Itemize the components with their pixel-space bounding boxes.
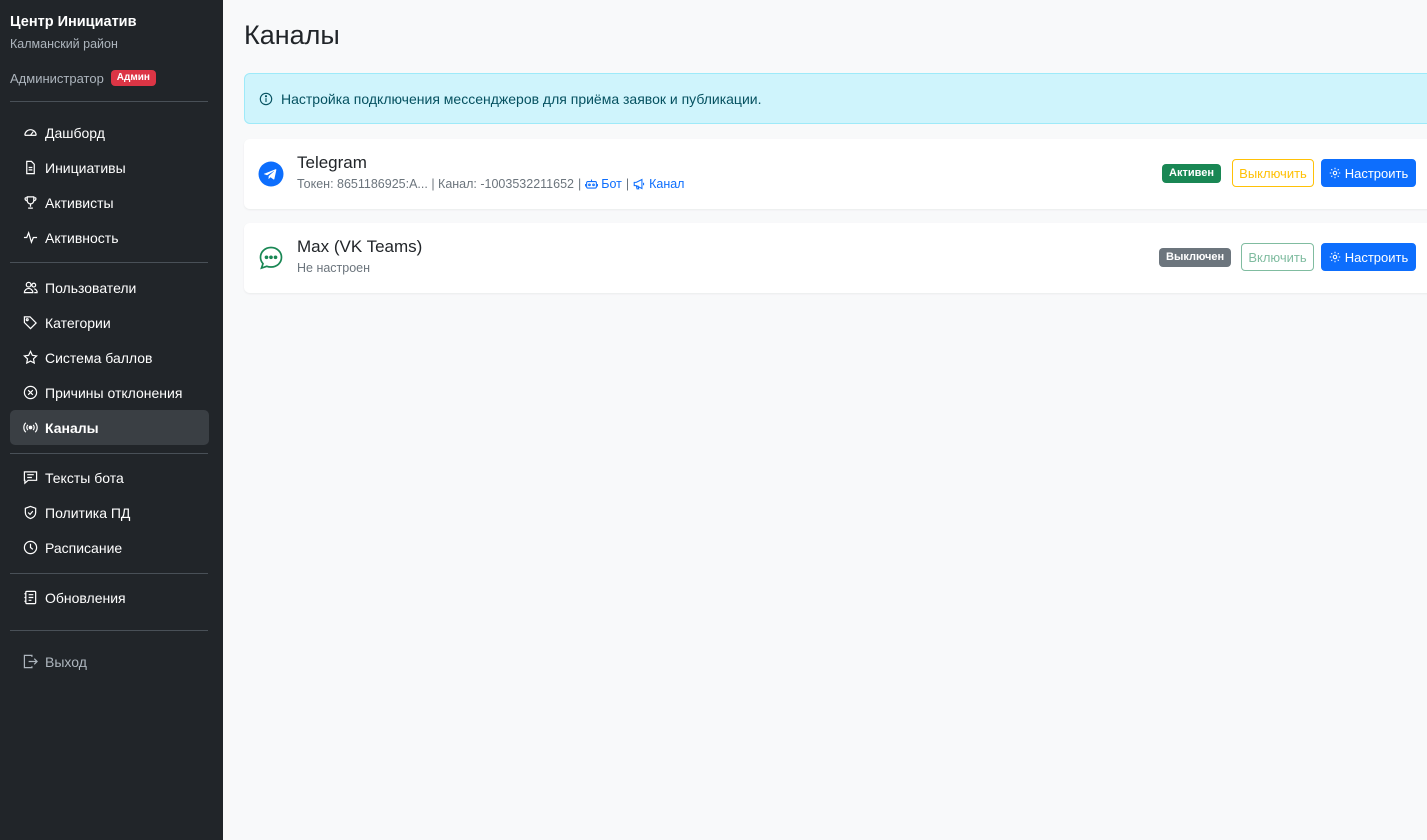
status-badge: Выключен <box>1159 248 1232 267</box>
document-icon <box>22 160 38 176</box>
sidebar-item-label: Расписание <box>45 539 123 556</box>
telegram-icon <box>257 160 285 188</box>
info-icon <box>259 92 273 106</box>
divider <box>10 101 208 102</box>
sidebar-item-activity[interactable]: Активность <box>10 220 209 255</box>
tags-icon <box>22 315 38 331</box>
broadcast-icon <box>22 420 38 436</box>
info-alert: Настройка подключения мессенджеров для п… <box>244 73 1427 124</box>
megaphone-icon <box>633 178 645 190</box>
channel-name: Max (VK Teams) <box>297 237 423 256</box>
sidebar-item-label: Инициативы <box>45 159 126 176</box>
sidebar-item-points[interactable]: Система баллов <box>10 340 209 375</box>
logout-button[interactable]: Выход <box>10 644 209 679</box>
bot-link-label: Бот <box>601 177 622 191</box>
sidebar-item-initiatives[interactable]: Инициативы <box>10 150 209 185</box>
sidebar-item-label: Причины отклонения <box>45 384 183 401</box>
logout-icon <box>22 654 38 670</box>
sidebar-item-label: Категории <box>45 314 111 331</box>
sidebar-item-updates[interactable]: Обновления <box>10 580 209 615</box>
sidebar-item-bot-texts[interactable]: Тексты бота <box>10 460 209 495</box>
chat-text-icon <box>22 470 38 486</box>
speedometer-icon <box>22 125 38 141</box>
gear-icon <box>1329 167 1340 179</box>
channel-meta: Не настроен <box>297 261 370 275</box>
trophy-icon <box>22 195 38 211</box>
clock-icon <box>22 540 38 556</box>
gear-icon <box>1329 251 1340 263</box>
sidebar-item-label: Активисты <box>45 194 114 211</box>
channel-card-max: Max (VK Teams) Не настроен Выключен Вклю… <box>244 223 1427 293</box>
sidebar-item-label: Политика ПД <box>45 504 131 521</box>
star-icon <box>22 350 38 366</box>
sidebar-item-activists[interactable]: Активисты <box>10 185 209 220</box>
sidebar-item-users[interactable]: Пользователи <box>10 270 209 305</box>
role-badge: Админ <box>110 70 156 86</box>
bot-link[interactable]: Бот <box>585 177 622 191</box>
sidebar-item-label: Дашборд <box>45 124 105 141</box>
sidebar: Центр Инициатив Калманский район Админис… <box>0 0 223 840</box>
sidebar-item-label: Активность <box>45 229 119 246</box>
channel-name: Telegram <box>297 153 367 172</box>
enable-button[interactable]: Включить <box>1241 243 1314 271</box>
people-icon <box>22 280 38 296</box>
activity-icon <box>22 230 38 246</box>
main-content: Каналы Настройка подключения мессенджеро… <box>223 0 1427 840</box>
configure-button-label: Настроить <box>1344 165 1409 181</box>
separator: | <box>625 177 630 191</box>
sidebar-item-label: Система баллов <box>45 349 153 366</box>
configure-button-label: Настроить <box>1344 249 1409 265</box>
configure-button[interactable]: Настроить <box>1321 159 1416 187</box>
sidebar-item-channels[interactable]: Каналы <box>10 410 209 445</box>
brand-subtitle: Калманский район <box>10 37 118 51</box>
sidebar-item-label: Выход <box>45 653 87 670</box>
sidebar-item-label: Обновления <box>45 589 126 606</box>
sidebar-item-reject-reasons[interactable]: Причины отклонения <box>10 375 209 410</box>
user-role-label: Администратор <box>10 70 104 86</box>
shield-check-icon <box>22 505 38 521</box>
configure-button[interactable]: Настроить <box>1321 243 1416 271</box>
chat-dots-icon <box>257 244 285 272</box>
channel-status-text: Не настроен <box>297 261 371 275</box>
separator: | <box>577 177 582 191</box>
channel-link-label: Канал <box>649 177 685 191</box>
divider <box>10 262 208 263</box>
channel-token-text: Токен: 8651186925:A... | Канал: -1003532… <box>297 177 574 191</box>
divider <box>10 453 208 454</box>
sidebar-item-dashboard[interactable]: Дашборд <box>10 115 209 150</box>
disable-button[interactable]: Выключить <box>1232 159 1314 187</box>
user-role: Администратор Админ <box>10 70 156 86</box>
sidebar-item-label: Тексты бота <box>45 469 124 486</box>
divider <box>10 573 208 574</box>
divider <box>10 630 208 631</box>
sidebar-item-label: Каналы <box>45 419 99 436</box>
brand-title: Центр Инициатив <box>10 14 137 30</box>
status-badge: Активен <box>1162 164 1221 183</box>
robot-icon <box>585 179 599 189</box>
channel-meta: Токен: 8651186925:A... | Канал: -1003532… <box>297 177 684 191</box>
sidebar-item-schedule[interactable]: Расписание <box>10 530 209 565</box>
journal-icon <box>22 590 38 606</box>
x-circle-icon <box>22 385 38 401</box>
sidebar-item-label: Пользователи <box>45 279 137 296</box>
page-title: Каналы <box>244 20 340 50</box>
alert-text: Настройка подключения мессенджеров для п… <box>281 90 762 107</box>
channel-link[interactable]: Канал <box>633 177 684 191</box>
channel-card-telegram: Telegram Токен: 8651186925:A... | Канал:… <box>244 139 1427 209</box>
sidebar-item-policy[interactable]: Политика ПД <box>10 495 209 530</box>
sidebar-item-categories[interactable]: Категории <box>10 305 209 340</box>
